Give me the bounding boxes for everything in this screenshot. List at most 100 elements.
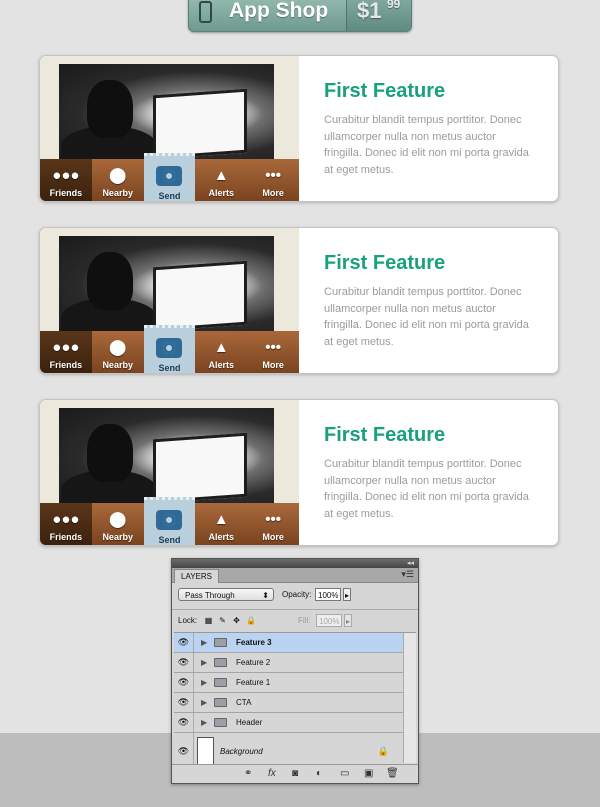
adjustment-layer-icon[interactable]: ◐: [316, 768, 322, 780]
fill-label: Fill:: [298, 616, 311, 625]
opacity-input[interactable]: 100%: [315, 588, 341, 601]
layer-feature-2[interactable]: 👁 ▶ Feature 2: [174, 653, 403, 673]
tab-more[interactable]: ••• More: [247, 331, 299, 373]
folder-icon: [214, 678, 227, 687]
friends-icon: ●●●: [52, 339, 80, 356]
opacity-label: Opacity:: [282, 590, 312, 599]
friends-icon: ●●●: [52, 167, 80, 184]
feature-card: ●●● Friends ⬤ Nearby Send ▲ Alerts ••• More …: [39, 227, 559, 374]
layers-list: 👁 ▶ Feature 3 👁 ▶ Feature 2 👁 ▶ Feature …: [174, 632, 403, 771]
folder-icon: [214, 638, 227, 647]
lock-move-icon[interactable]: ✥: [232, 616, 241, 625]
map-pin-icon: ⬤: [109, 511, 127, 528]
expand-triangle-icon[interactable]: ▶: [201, 693, 207, 712]
layer-cta[interactable]: 👁 ▶ CTA: [174, 693, 403, 713]
tab-friends[interactable]: ●●● Friends: [40, 159, 92, 201]
map-pin-icon: ⬤: [109, 167, 127, 184]
add-mask-icon[interactable]: ◙: [292, 768, 298, 780]
bell-icon: ▲: [213, 511, 229, 528]
visibility-eye-icon[interactable]: 👁: [174, 633, 194, 652]
divider: [172, 609, 418, 610]
layers-panel: ◂◂ LAYERS ▾☰ Pass Through ⬍ Opacity: 100…: [171, 558, 419, 784]
opacity-dropdown-icon[interactable]: ▸: [343, 588, 351, 601]
friends-icon: ●●●: [52, 511, 80, 528]
visibility-eye-icon[interactable]: 👁: [174, 693, 194, 712]
expand-triangle-icon[interactable]: ▶: [201, 713, 207, 732]
tab-send[interactable]: Send: [143, 153, 196, 201]
tab-nearby[interactable]: ⬤ Nearby: [92, 331, 144, 373]
feature-photo: [59, 236, 274, 338]
panel-titlebar[interactable]: ◂◂: [172, 559, 418, 568]
expand-triangle-icon[interactable]: ▶: [201, 673, 207, 692]
visibility-eye-icon[interactable]: 👁: [174, 713, 194, 732]
link-layers-icon[interactable]: ⚭: [244, 768, 252, 780]
expand-triangle-icon[interactable]: ▶: [201, 653, 207, 672]
fill-input[interactable]: 100%: [316, 614, 342, 627]
camera-icon: [156, 338, 183, 358]
feature-card: ●●● Friends ⬤ Nearby Send ▲ Alerts ••• More …: [39, 399, 559, 546]
select-arrows-icon: ⬍: [262, 591, 269, 600]
new-group-icon[interactable]: ▭: [340, 768, 349, 780]
tab-send[interactable]: Send: [143, 325, 196, 373]
tab-nearby[interactable]: ⬤ Nearby: [92, 503, 144, 545]
tab-friends[interactable]: ●●● Friends: [40, 503, 92, 545]
tab-send[interactable]: Send: [143, 497, 196, 545]
price-tag: $1 99: [346, 0, 411, 31]
blend-mode-select[interactable]: Pass Through ⬍: [178, 588, 274, 601]
tab-more[interactable]: ••• More: [247, 159, 299, 201]
layer-name: Feature 1: [236, 678, 271, 687]
more-dots-icon: •••: [265, 511, 281, 528]
layer-name: Header: [236, 718, 263, 727]
price-main: $1: [357, 0, 382, 23]
blend-row: Pass Through ⬍ Opacity: 100% ▸: [178, 588, 412, 604]
visibility-eye-icon[interactable]: 👁: [174, 673, 194, 692]
app-tab-bar: ●●● Friends ⬤ Nearby Send ▲ Alerts ••• More: [40, 497, 299, 545]
folder-icon: [214, 718, 227, 727]
tab-nearby[interactable]: ⬤ Nearby: [92, 159, 144, 201]
lock-label: Lock:: [178, 616, 198, 625]
tab-alerts[interactable]: ▲ Alerts: [195, 331, 247, 373]
feature-photo: [59, 64, 274, 166]
camera-icon: [156, 510, 183, 530]
layer-thumbnail: [197, 737, 214, 765]
feature-card: ●●● Friends ⬤ Nearby Send ▲ Alerts ••• More …: [39, 55, 559, 202]
lock-row: Lock: ▦ ✎ ✥ 🔒 Fill: 100% ▸: [178, 614, 412, 628]
feature-title: First Feature: [324, 80, 446, 102]
app-shop-button[interactable]: App Shop $1 99: [188, 0, 412, 32]
fill-dropdown-icon[interactable]: ▸: [344, 614, 352, 627]
layer-feature-3[interactable]: 👁 ▶ Feature 3: [174, 633, 403, 653]
layer-header[interactable]: 👁 ▶ Header: [174, 713, 403, 733]
tab-layers[interactable]: LAYERS: [174, 569, 219, 583]
feature-photo: [59, 408, 274, 510]
app-tab-bar: ●●● Friends ⬤ Nearby Send ▲ Alerts ••• More: [40, 325, 299, 373]
tab-alerts[interactable]: ▲ Alerts: [195, 503, 247, 545]
price-cents: 99: [387, 0, 401, 11]
trash-icon[interactable]: 🗑: [386, 768, 399, 780]
app-shop-label: App Shop: [229, 0, 329, 22]
lock-brush-icon[interactable]: ✎: [218, 616, 227, 625]
collapse-icon[interactable]: ◂◂: [407, 559, 414, 568]
panel-tabs: LAYERS ▾☰: [172, 568, 418, 583]
visibility-eye-icon[interactable]: 👁: [174, 653, 194, 672]
tab-friends[interactable]: ●●● Friends: [40, 331, 92, 373]
lock-transparency-icon[interactable]: ▦: [204, 616, 213, 625]
fx-icon[interactable]: fx: [268, 768, 276, 780]
phone-icon: [199, 1, 212, 23]
new-layer-icon[interactable]: ▣: [364, 768, 373, 780]
app-tab-bar: ●●● Friends ⬤ Nearby Send ▲ Alerts ••• More: [40, 153, 299, 201]
more-dots-icon: •••: [265, 339, 281, 356]
layers-scrollbar[interactable]: [403, 632, 416, 763]
tab-alerts[interactable]: ▲ Alerts: [195, 159, 247, 201]
layer-name: Feature 2: [236, 658, 271, 667]
feature-media: ●●● Friends ⬤ Nearby Send ▲ Alerts ••• More: [40, 56, 299, 201]
tab-more[interactable]: ••• More: [247, 503, 299, 545]
feature-description: Curabitur blandit tempus porttitor. Done…: [324, 114, 529, 176]
feature-media: ●●● Friends ⬤ Nearby Send ▲ Alerts ••• More: [40, 400, 299, 545]
layer-feature-1[interactable]: 👁 ▶ Feature 1: [174, 673, 403, 693]
feature-title: First Feature: [324, 424, 446, 446]
feature-description: Curabitur blandit tempus porttitor. Done…: [324, 286, 529, 348]
panel-menu-icon[interactable]: ▾☰: [401, 569, 414, 580]
camera-icon: [156, 166, 183, 186]
expand-triangle-icon[interactable]: ▶: [201, 633, 207, 652]
lock-all-icon[interactable]: 🔒: [246, 616, 256, 625]
